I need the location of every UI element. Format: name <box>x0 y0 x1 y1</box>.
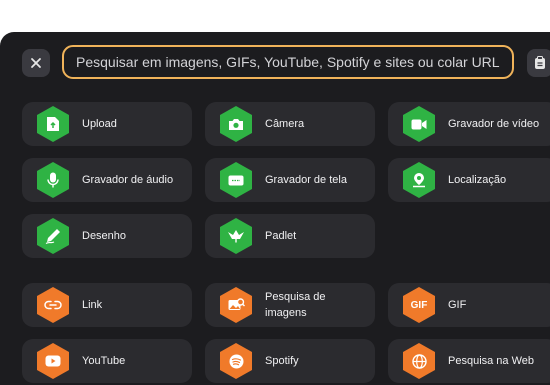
image-search-label: Pesquisa de imagens <box>265 289 326 321</box>
gif-label: GIF <box>448 299 467 311</box>
screen-recorder-label: Gravador de tela <box>265 174 347 186</box>
search-box[interactable] <box>62 45 514 79</box>
video-recorder-button[interactable]: Gravador de vídeo <box>388 102 550 146</box>
gif-badge-text: GIF <box>410 299 428 311</box>
upload-label: Upload <box>82 118 117 130</box>
drawing-button[interactable]: Desenho <box>22 214 192 258</box>
microphone-icon <box>37 162 69 198</box>
padlet-button[interactable]: Padlet <box>205 214 375 258</box>
close-button[interactable] <box>22 49 50 77</box>
location-label: Localização <box>448 174 507 186</box>
web-search-label: Pesquisa na Web <box>448 355 535 367</box>
image-search-icon <box>220 287 252 323</box>
gif-button[interactable]: GIF GIF <box>388 283 550 327</box>
spotify-label: Spotify <box>265 355 299 367</box>
youtube-icon <box>37 343 69 379</box>
location-button[interactable]: Localização <box>388 158 550 202</box>
clipboard-icon <box>535 56 545 69</box>
youtube-label: YouTube <box>82 355 126 367</box>
link-icon <box>37 287 69 323</box>
image-search-label-line1: Pesquisa de <box>265 291 326 303</box>
upload-icon <box>37 106 69 142</box>
spotify-icon <box>220 343 252 379</box>
globe-icon <box>403 343 435 379</box>
image-search-label-line2: imagens <box>265 307 307 319</box>
map-pin-icon <box>403 162 435 198</box>
link-button[interactable]: Link <box>22 283 192 327</box>
web-search-button[interactable]: Pesquisa na Web <box>388 339 550 383</box>
video-recorder-label: Gravador de vídeo <box>448 118 540 130</box>
content-picker-panel <box>0 32 550 385</box>
drawing-label: Desenho <box>82 230 127 242</box>
close-icon <box>31 58 41 68</box>
padlet-label: Padlet <box>265 230 297 242</box>
audio-recorder-label: Gravador de áudio <box>82 174 174 186</box>
upload-button[interactable]: Upload <box>22 102 192 146</box>
gif-icon: GIF <box>403 287 435 323</box>
image-search-button[interactable]: Pesquisa de imagens <box>205 283 375 327</box>
audio-recorder-button[interactable]: Gravador de áudio <box>22 158 192 202</box>
search-input[interactable] <box>76 54 512 70</box>
video-camera-icon <box>403 106 435 142</box>
youtube-button[interactable]: YouTube <box>22 339 192 383</box>
screen-recorder-button[interactable]: Gravador de tela <box>205 158 375 202</box>
padlet-leaf-icon <box>220 218 252 254</box>
screen-icon <box>220 162 252 198</box>
camera-icon <box>220 106 252 142</box>
paste-button[interactable] <box>527 49 550 77</box>
spotify-button[interactable]: Spotify <box>205 339 375 383</box>
link-label: Link <box>82 299 103 311</box>
camera-button[interactable]: Câmera <box>205 102 375 146</box>
pen-icon <box>37 218 69 254</box>
camera-label: Câmera <box>265 118 305 130</box>
